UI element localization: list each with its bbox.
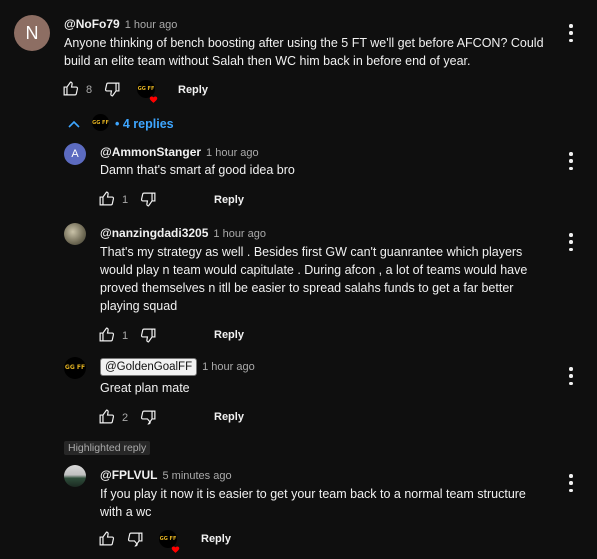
reply-author[interactable]: @AmmonStanger [100,145,201,159]
dislike-icon[interactable] [140,409,157,426]
like-count: 1 [122,194,129,206]
reply-text-line: would play n team would capitulate . Dur… [100,263,528,277]
comment-text: Anyone thinking of bench boosting after … [64,34,544,70]
dislike-icon[interactable] [127,531,144,548]
reply-text: That's my strategy as well . Besides fir… [100,243,527,315]
avatar[interactable]: N [14,15,50,51]
reply-text: Damn that's smart af good idea bro [100,161,295,179]
reply-header: @FPLVUL 5 minutes ago [100,466,232,484]
more-actions-button[interactable] [568,152,574,170]
reply-text-line: Great plan mate [100,381,190,395]
like-count: 8 [86,84,93,96]
avatar[interactable]: A [64,143,86,165]
reply-button[interactable]: Reply [201,533,231,545]
avatar-letter: N [25,22,39,43]
reply-time[interactable]: 1 hour ago [202,361,255,373]
highlighted-reply-badge: Highlighted reply [64,441,151,455]
replies-toggle[interactable]: • 4 replies [115,117,174,131]
reply-text-line: That's my strategy as well . Besides fir… [100,245,523,259]
dislike-icon[interactable] [140,327,157,344]
reply-time[interactable]: 5 minutes ago [162,470,231,482]
avatar[interactable]: GG FF [64,357,86,379]
reply-text-line: Damn that's smart af good idea bro [100,163,295,177]
like-icon[interactable] [98,326,115,343]
avatar[interactable] [64,465,86,487]
comment-text-line: Anyone thinking of bench boosting after … [64,36,544,50]
more-actions-button[interactable] [568,24,574,42]
reply-button[interactable]: Reply [214,411,244,423]
comment-time[interactable]: 1 hour ago [125,19,178,31]
dislike-icon[interactable] [104,81,121,98]
gg-logo-text: GG FF [92,119,109,126]
like-icon[interactable] [62,80,79,97]
reply-text-line: with a wc [100,505,152,519]
avatar-letter: A [71,148,79,160]
like-count: 2 [122,412,129,424]
chevron-up-icon[interactable] [68,119,80,129]
heart-icon [171,541,180,553]
like-count: 1 [122,330,129,342]
dislike-icon[interactable] [140,191,157,208]
more-actions-button[interactable] [568,233,574,251]
creator-name-badge[interactable]: @GoldenGoalFF [100,358,198,376]
reply-author[interactable]: @nanzingdadi3205 [100,226,208,240]
heart-icon [149,91,158,103]
replies-count-label: 4 replies [122,117,174,131]
reply-time[interactable]: 1 hour ago [213,228,266,240]
comment-text-line: build an elite team without Salah then W… [64,54,471,68]
reply-author[interactable]: @FPLVUL [100,468,157,482]
reply-text: If you play it now it is easier to get y… [100,485,526,521]
like-icon[interactable] [98,190,115,207]
more-actions-button[interactable] [568,474,574,492]
comment-author[interactable]: @NoFo79 [64,17,120,31]
like-icon[interactable] [98,530,115,547]
reply-text-line: playing squad [100,299,178,313]
reply-button[interactable]: Reply [214,194,244,206]
reply-header: @GoldenGoalFF 1 hour ago [100,358,255,376]
more-actions-button[interactable] [568,367,574,385]
reply-button[interactable]: Reply [214,329,244,341]
reply-button[interactable]: Reply [178,84,208,96]
dot-separator: • [115,117,120,131]
reply-header: @nanzingdadi3205 1 hour ago [100,224,266,242]
replies-creator-avatar: GG FF [92,114,109,131]
reply-time[interactable]: 1 hour ago [206,147,259,159]
reply-text: Great plan mate [100,379,190,397]
like-icon[interactable] [98,408,115,425]
reply-text-line: proved themselves n itll be easier to sp… [100,281,514,295]
avatar[interactable] [64,223,86,245]
reply-header: @AmmonStanger 1 hour ago [100,143,259,161]
gg-logo-text: GG FF [64,364,86,371]
comment-header: @NoFo79 1 hour ago [64,15,177,33]
reply-text-line: If you play it now it is easier to get y… [100,487,526,501]
